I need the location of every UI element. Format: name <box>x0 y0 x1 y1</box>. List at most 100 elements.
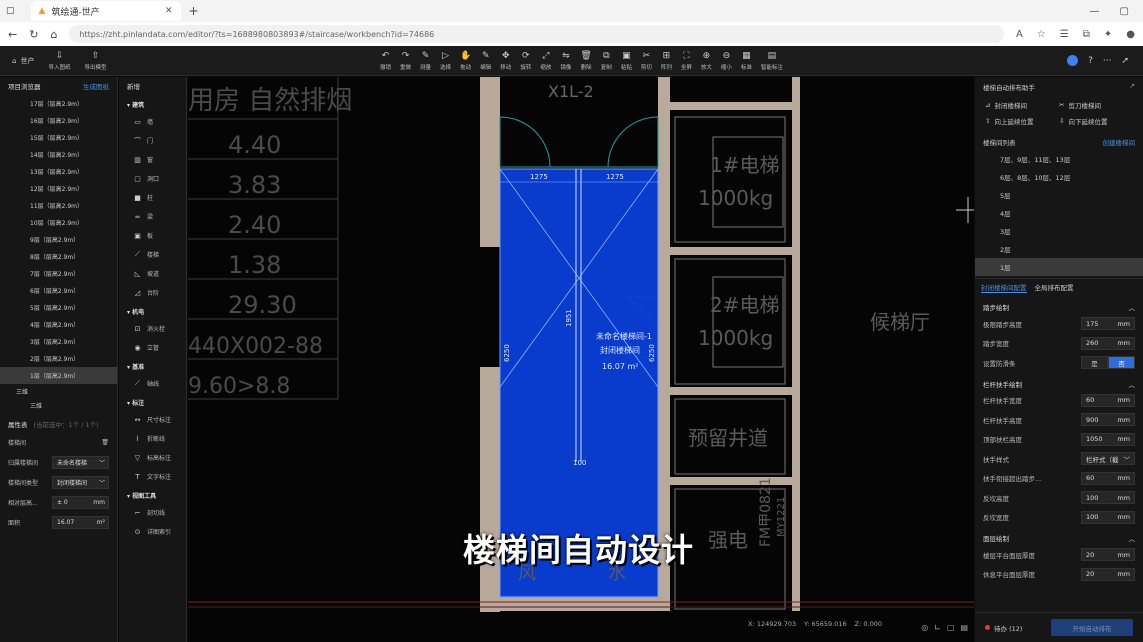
profile-icon[interactable]: ● <box>1126 29 1135 40</box>
property-value[interactable]: ± 0 mm <box>52 495 109 509</box>
tool-item[interactable]: ◿ 台阶 <box>119 283 186 302</box>
floor-item[interactable]: 14层（层高2.9m） <box>0 146 117 163</box>
tool-section-header[interactable]: ▾ 视图工具 <box>119 486 186 503</box>
stair-list-item[interactable]: 2层 <box>975 240 1143 258</box>
extend-down-button[interactable]: ⇩ 向下延续位置 <box>1059 116 1133 126</box>
floor-item[interactable]: 11层（层高2.9m） <box>0 197 117 214</box>
floor-item[interactable]: 3层（层高2.9m） <box>0 333 117 350</box>
back-icon[interactable]: ← <box>8 28 17 41</box>
todo-button[interactable]: 待办 (12) <box>985 623 1022 633</box>
closed-stair-button[interactable]: ⊿ 封闭楼梯间 <box>985 100 1059 110</box>
tool-item[interactable]: ▢ 洞口 <box>119 169 186 188</box>
drawing-canvas[interactable]: 用房 自然排烟 4.40 3.83 2.40 1.38 29.30 440X00… <box>188 77 974 642</box>
tool-item[interactable]: ⊙ 详图索引 <box>119 522 186 541</box>
refresh-icon[interactable]: ↻ <box>29 28 38 41</box>
setting-input[interactable]: 20 mm <box>1081 567 1135 581</box>
collections-icon[interactable]: ⧉ <box>1083 29 1090 40</box>
new-tab-icon[interactable]: + <box>189 4 199 18</box>
import-button[interactable]: ⇩ 导入图纸 <box>48 51 70 71</box>
anti-slip-no[interactable]: 否 <box>1108 356 1135 370</box>
floor-item[interactable]: 1层（层高2.9m） <box>0 367 117 384</box>
stair-list-item[interactable]: 1层 <box>975 258 1143 276</box>
chevron-up-icon[interactable]: ︿ <box>1129 379 1136 389</box>
tool-item[interactable]: ▭ 墙 <box>119 112 186 131</box>
delete-icon[interactable]: 🗑 <box>101 439 109 446</box>
setting-input[interactable]: 60 mm <box>1081 393 1135 407</box>
floor-item[interactable]: 9层（层高2.9m） <box>0 231 117 248</box>
layers-icon[interactable]: ▤ <box>960 623 968 632</box>
tool-item[interactable]: ⌒ 门 <box>119 131 186 150</box>
stair-list-item[interactable]: 4层 <box>975 204 1143 222</box>
create-stair-link[interactable]: 创建楼梯间 <box>1103 137 1136 147</box>
tool-item[interactable]: ▽ 标高标注 <box>119 448 186 467</box>
chevron-up-icon[interactable]: ︿ <box>1129 533 1136 543</box>
floor-item[interactable]: 7层（层高2.9m） <box>0 265 117 282</box>
tab-global-config[interactable]: 全局排布配置 <box>1035 282 1074 293</box>
setting-input[interactable]: 60 mm <box>1081 471 1135 485</box>
snap-icon[interactable]: ▢ <box>947 623 955 632</box>
toolbar-button[interactable]: ▤ 智能标注 <box>761 51 783 71</box>
floor-item[interactable]: 4层（层高2.9m） <box>0 316 117 333</box>
minimize-icon[interactable]: — <box>1090 6 1100 17</box>
property-value[interactable]: 未命名楼梯 ﹀ <box>52 455 109 469</box>
tool-section-header[interactable]: ▾ 建筑 <box>119 95 186 112</box>
floor-item[interactable]: 5层（层高2.9m） <box>0 299 117 316</box>
start-auto-layout-button[interactable]: 开始自动排布 <box>1051 619 1133 636</box>
chevron-up-icon[interactable]: ︿ <box>1129 302 1136 312</box>
tool-item[interactable]: ⌇ 折断线 <box>119 429 186 448</box>
max-tread-height-input[interactable]: 175 mm <box>1081 317 1135 331</box>
share-icon[interactable]: ➚ <box>1121 56 1129 66</box>
tree-group-3d[interactable]: 三维 <box>0 384 117 398</box>
tree-item-3d[interactable]: 三维 <box>0 398 117 412</box>
tab-actions-icon[interactable]: ▢ <box>6 6 15 16</box>
ortho-icon[interactable]: ∟ <box>934 623 941 632</box>
help-icon[interactable]: ? <box>1088 56 1093 66</box>
toolbar-button[interactable]: ⇋ 镜像 <box>560 51 571 71</box>
setting-input[interactable]: 100 mm <box>1081 510 1135 524</box>
tool-item[interactable]: ⟋ 楼梯 <box>119 245 186 264</box>
toolbar-button[interactable]: ⛶ 全屏 <box>681 51 692 71</box>
property-value[interactable]: 封闭楼梯间 ﹀ <box>52 475 109 489</box>
extend-up-button[interactable]: ⇧ 向上延续位置 <box>985 116 1059 126</box>
toolbar-button[interactable]: ▣ 粘贴 <box>621 51 632 71</box>
stair-list-item[interactable]: 5层 <box>975 186 1143 204</box>
toolbar-button[interactable]: ✎ 测量 <box>420 51 431 71</box>
tool-item[interactable]: T 文字标注 <box>119 467 186 486</box>
tool-item[interactable]: ═ 梁 <box>119 207 186 226</box>
export-button[interactable]: ⇧ 导出模型 <box>84 51 106 71</box>
read-aloud-icon[interactable]: A <box>1016 29 1023 40</box>
url-field[interactable]: https://zht.pinlandata.com/editor/?ts=16… <box>69 25 1004 43</box>
floor-item[interactable]: 15层（层高2.9m） <box>0 129 117 146</box>
setting-input[interactable]: 900 mm <box>1081 413 1135 427</box>
tab-closed-stair-config[interactable]: 封闭楼梯间配置 <box>981 282 1027 293</box>
floor-item[interactable]: 10层（层高2.9m） <box>0 214 117 231</box>
toolbar-button[interactable]: ✎ 编辑 <box>480 51 491 71</box>
floor-item[interactable]: 6层（层高2.9m） <box>0 282 117 299</box>
floor-item[interactable]: 13层（层高2.9m） <box>0 163 117 180</box>
toolbar-button[interactable]: ✋ 拖动 <box>460 51 471 71</box>
tool-section-header[interactable]: ▾ 标注 <box>119 393 186 410</box>
tool-item[interactable]: ⌐ 剖切线 <box>119 503 186 522</box>
home-icon[interactable]: ⌂ <box>50 28 57 41</box>
setting-input[interactable]: 100 mm <box>1081 491 1135 505</box>
stair-list-item[interactable]: 3层 <box>975 222 1143 240</box>
toolbar-button[interactable]: ⊞ 阵列 <box>661 51 672 71</box>
setting-input[interactable]: 20 mm <box>1081 548 1135 562</box>
tool-item[interactable]: ⟋ 轴线 <box>119 374 186 393</box>
user-avatar[interactable] <box>1067 55 1079 66</box>
floor-item[interactable]: 16层（层高2.9m） <box>0 112 117 129</box>
toolbar-button[interactable]: ✥ 移动 <box>500 51 511 71</box>
tread-width-input[interactable]: 260 mm <box>1081 336 1135 350</box>
toolbar-button[interactable]: ⟳ 旋转 <box>520 51 531 71</box>
setting-input[interactable]: 栏杆式（截 ﹀ <box>1081 452 1135 466</box>
extensions-icon[interactable]: ✦ <box>1104 29 1112 40</box>
tool-section-header[interactable]: ▾ 机电 <box>119 302 186 319</box>
tool-item[interactable]: ■ 柱 <box>119 188 186 207</box>
floor-item[interactable]: 12层（层高2.9m） <box>0 180 117 197</box>
tool-item[interactable]: ◉ 立管 <box>119 338 186 357</box>
tool-item[interactable]: ⊡ 消火栓 <box>119 319 186 338</box>
generate-drawing-link[interactable]: 生成图纸 <box>83 81 109 91</box>
toolbar-button[interactable]: ⊕ 放大 <box>701 51 712 71</box>
anti-slip-yes[interactable]: 是 <box>1081 356 1108 370</box>
more-icon[interactable]: ··· <box>1103 56 1112 66</box>
